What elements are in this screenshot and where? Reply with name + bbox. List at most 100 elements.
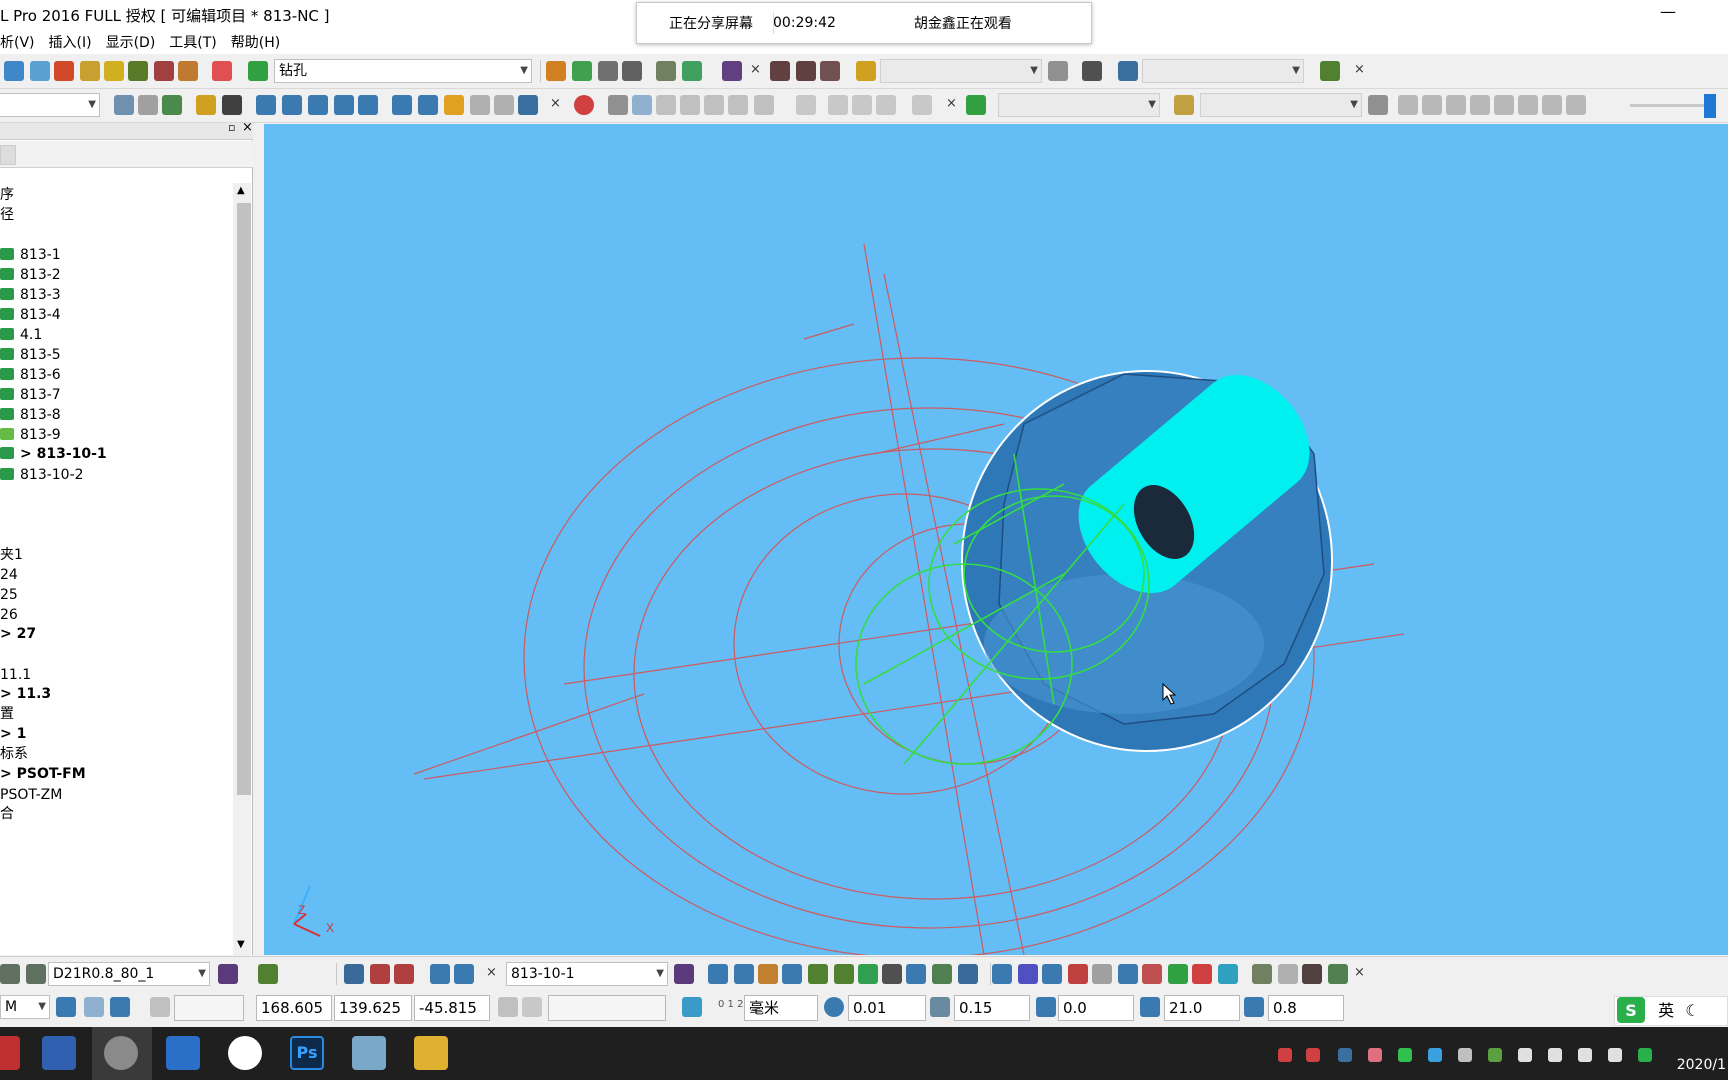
taskbar-notes-icon[interactable] <box>352 1036 386 1070</box>
toolbar-close-icon[interactable]: × <box>486 965 497 980</box>
setup-sheet-icon[interactable] <box>1082 61 1102 81</box>
toolbar-close-icon[interactable]: × <box>550 96 561 111</box>
minimize-button[interactable]: — <box>1648 2 1688 26</box>
tree-item[interactable]: 813-7 <box>0 385 61 405</box>
strategy-11-icon[interactable] <box>958 964 978 984</box>
strategy-3-icon[interactable] <box>758 964 778 984</box>
tree-item[interactable]: > 27 <box>0 624 36 644</box>
coord-y-field[interactable]: 139.625 <box>334 995 412 1021</box>
boundary-10-icon[interactable] <box>1218 964 1238 984</box>
tray-wechat-icon[interactable] <box>1398 1048 1412 1062</box>
toolbar-close-icon[interactable]: × <box>750 62 761 77</box>
empty-field[interactable] <box>174 995 244 1021</box>
coord-mode-icon[interactable] <box>498 997 518 1017</box>
tree-item[interactable]: 813-3 <box>0 285 61 305</box>
tray-display-icon[interactable] <box>1608 1048 1622 1062</box>
toolpath-verify-icon[interactable] <box>394 964 414 984</box>
moon-icon[interactable]: ☾ <box>1685 1001 1699 1020</box>
fast-forward-icon[interactable] <box>1518 95 1538 115</box>
block-icon[interactable] <box>4 61 24 81</box>
strategy-6-icon[interactable] <box>834 964 854 984</box>
feedrate-icon[interactable] <box>212 61 232 81</box>
machine-icon[interactable] <box>1118 61 1138 81</box>
snap-icon[interactable] <box>522 997 542 1017</box>
line-icon[interactable] <box>282 95 302 115</box>
tree-item[interactable]: 26 <box>0 605 18 625</box>
lightbulb-icon[interactable] <box>1048 61 1068 81</box>
save-icon[interactable] <box>222 95 242 115</box>
stock-model-icon[interactable] <box>796 95 816 115</box>
boundary-8-icon[interactable] <box>1168 964 1188 984</box>
tool-combo[interactable]: D21R0.8_80_1 ▼ <box>48 962 210 986</box>
move-icon[interactable] <box>138 95 158 115</box>
sim-lightbulb-icon[interactable] <box>1368 95 1388 115</box>
simulation-toolpath-combo[interactable]: ▼ <box>998 93 1160 117</box>
nc-program-icon[interactable] <box>770 61 790 81</box>
tree-scroll-thumb[interactable] <box>237 203 251 795</box>
grid-icon[interactable] <box>150 997 170 1017</box>
tray-app-icon[interactable] <box>1338 1048 1352 1062</box>
tree-item[interactable]: 径 <box>0 205 14 225</box>
tray-usb-icon[interactable] <box>1518 1048 1532 1062</box>
operation-combo[interactable]: 钻孔 ▼ <box>274 59 532 83</box>
tree-item[interactable]: 813-4 <box>0 305 61 325</box>
stock-view-icon[interactable] <box>852 95 872 115</box>
tray-flower-icon[interactable] <box>1368 1048 1382 1062</box>
curve-editor-icon[interactable] <box>656 61 676 81</box>
diameter-field[interactable]: 21.0 <box>1164 995 1240 1021</box>
binoculars-icon[interactable] <box>722 61 742 81</box>
tree-item[interactable]: 序 <box>0 185 14 205</box>
shade-active-icon[interactable] <box>632 95 652 115</box>
toolbar-close-icon[interactable]: × <box>1354 965 1365 980</box>
pattern-icon-4[interactable] <box>1328 964 1348 984</box>
tool-activate-icon[interactable] <box>218 964 238 984</box>
scroll-down-icon[interactable]: ▼ <box>237 939 245 950</box>
pattern-icon-2[interactable] <box>1278 964 1298 984</box>
tree-item[interactable]: 813-6 <box>0 365 61 385</box>
calculator-icon[interactable] <box>598 61 618 81</box>
toolpath-activate-icon[interactable] <box>674 964 694 984</box>
tree-item[interactable]: 25 <box>0 585 18 605</box>
tree-item[interactable]: PSOT-ZM <box>0 785 62 805</box>
tool-list-icon[interactable] <box>0 964 20 984</box>
tree-item[interactable]: 置 <box>0 704 14 724</box>
pattern-edit-icon[interactable] <box>1252 964 1272 984</box>
strategy-7-icon[interactable] <box>858 964 878 984</box>
boundary-6-icon[interactable] <box>1118 964 1138 984</box>
toolbar-close-icon[interactable]: × <box>946 96 957 111</box>
open-model-icon[interactable] <box>196 95 216 115</box>
shade-icon[interactable] <box>608 95 628 115</box>
panel-tab-icon[interactable] <box>0 145 16 165</box>
view-cube-2-icon[interactable] <box>110 997 130 1017</box>
pin-icon[interactable]: ▫ <box>228 121 235 134</box>
toolpath-combo[interactable]: 813-10-1 ▼ <box>506 962 668 986</box>
coord-z-field[interactable]: -45.815 <box>414 995 490 1021</box>
wizard-icon[interactable] <box>1320 61 1340 81</box>
view-right-icon[interactable] <box>728 95 748 115</box>
toolpath-stats-icon[interactable] <box>344 964 364 984</box>
tree-item[interactable]: 4.1 <box>0 325 42 345</box>
tool-icon[interactable] <box>54 61 74 81</box>
tree-item[interactable]: 合 <box>0 804 14 824</box>
tree-item[interactable]: 813-5 <box>0 345 61 365</box>
tree-item[interactable]: > 1 <box>0 724 26 744</box>
tray-nvidia-icon[interactable] <box>1488 1048 1502 1062</box>
taskbar-powermill-icon[interactable] <box>104 1036 138 1070</box>
boundary-9-icon[interactable] <box>1192 964 1212 984</box>
tree-item[interactable]: > 813-10-1 <box>0 444 107 464</box>
select-icon[interactable] <box>114 95 134 115</box>
play-icon[interactable] <box>1398 95 1418 115</box>
view-combo[interactable]: ▼ <box>0 93 100 117</box>
strategy-4-icon[interactable] <box>782 964 802 984</box>
leads-icon[interactable] <box>104 61 124 81</box>
panel-close-icon[interactable]: × <box>242 120 253 135</box>
nc-write-icon[interactable] <box>796 61 816 81</box>
cross-section-icon[interactable] <box>518 95 538 115</box>
tree-item[interactable]: 24 <box>0 565 18 585</box>
tip-field[interactable]: 0.0 <box>1058 995 1134 1021</box>
redo-icon[interactable] <box>494 95 514 115</box>
menu-display[interactable]: 显示(D) <box>106 32 156 52</box>
ime-language[interactable]: 英 <box>1658 1001 1674 1020</box>
strategy-1-icon[interactable] <box>708 964 728 984</box>
machine-combo[interactable]: ▼ <box>1142 59 1304 83</box>
